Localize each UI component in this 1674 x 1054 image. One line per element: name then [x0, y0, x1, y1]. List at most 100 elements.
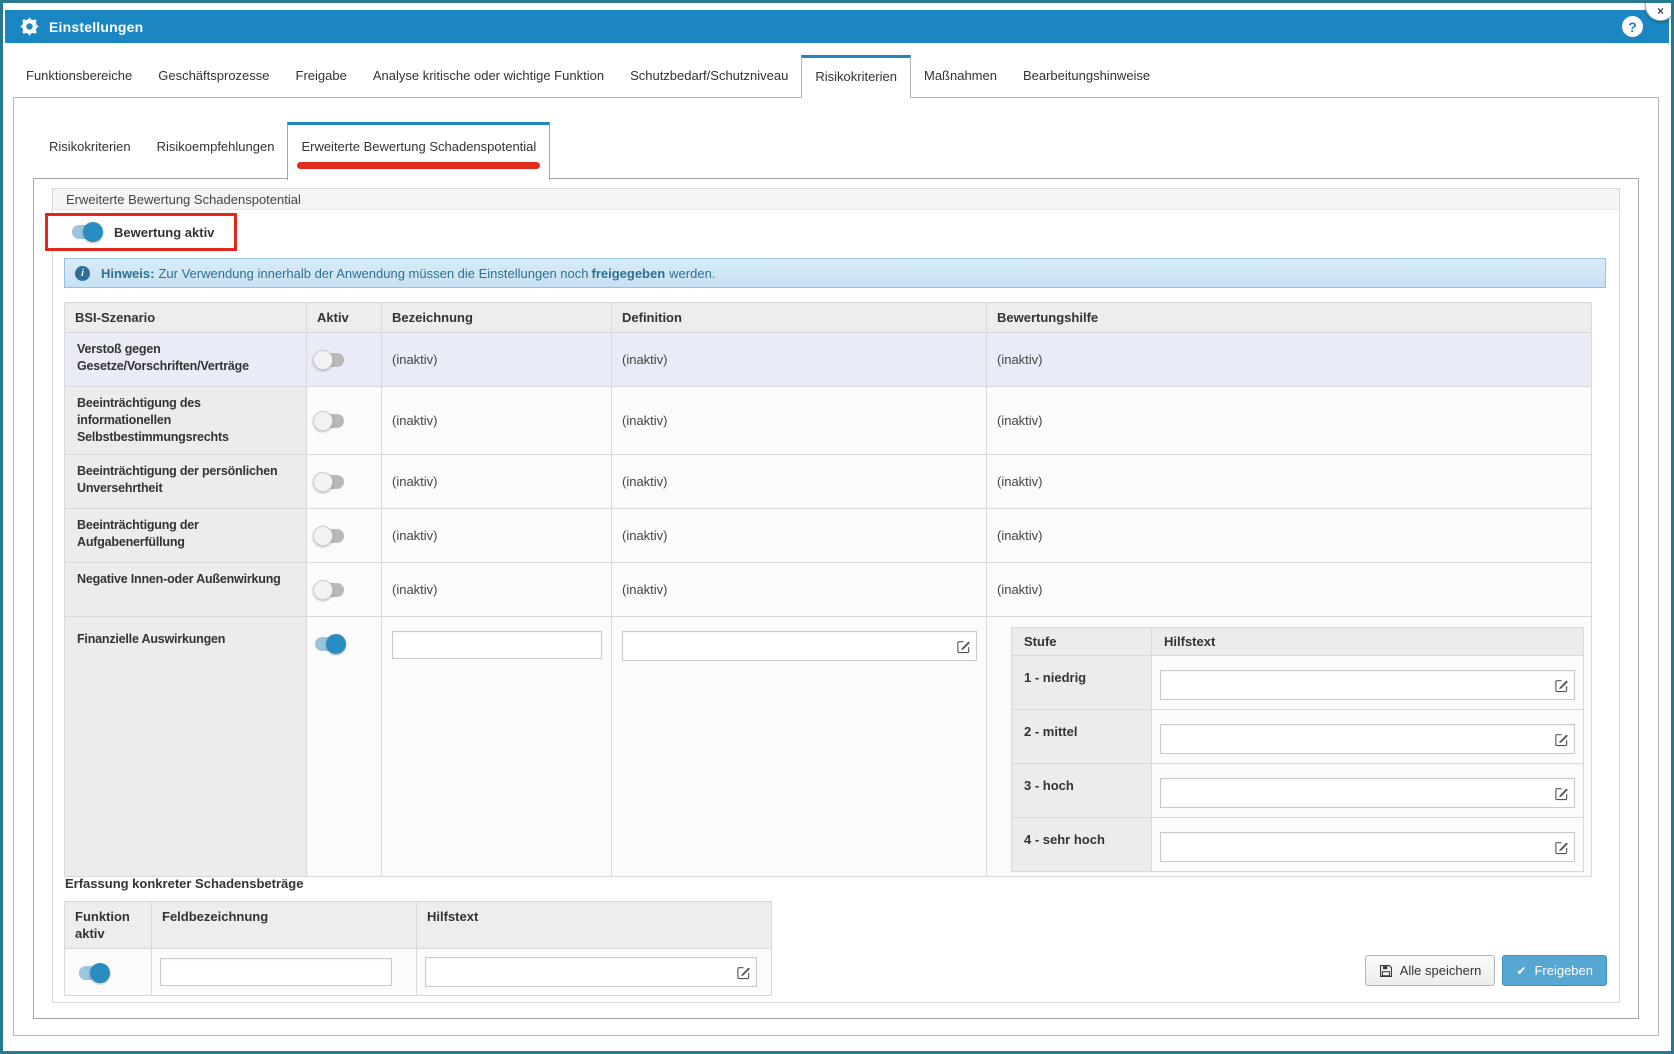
- subtab-label: Erweiterte Bewertung Schadenspotential: [297, 139, 540, 154]
- subtab-risikoempfehlungen[interactable]: Risikoempfehlungen: [144, 122, 288, 179]
- bezeichnung-value: (inaktiv): [382, 509, 612, 563]
- col-bsi-szenario: BSI-Szenario: [65, 303, 307, 333]
- col-bezeichnung: Bezeichnung: [382, 303, 612, 333]
- table-row: Negative Innen-oder Außenwirkung (inakti…: [65, 563, 1592, 617]
- table-row: Verstoß gegen Gesetze/Vorschriften/Vertr…: [65, 333, 1592, 387]
- scenario-active-toggle[interactable]: [315, 475, 344, 489]
- scenario-name: Beeinträchtigung der persönlichen Unvers…: [65, 455, 307, 509]
- bewertungshilfe-value: (inaktiv): [987, 387, 1592, 455]
- funktion-aktiv-toggle[interactable]: [79, 966, 108, 980]
- scenario-name: Finanzielle Auswirkungen: [65, 617, 307, 877]
- table-row: Beeinträchtigung des informationellen Se…: [65, 387, 1592, 455]
- col-aktiv: Aktiv: [307, 303, 382, 333]
- save-icon: [1379, 964, 1393, 978]
- table-row: Beeinträchtigung der persönlichen Unvers…: [65, 455, 1592, 509]
- check-icon: ✔: [1516, 964, 1526, 978]
- col-bewertungshilfe: Bewertungshilfe: [987, 303, 1592, 333]
- table-row: [65, 949, 772, 996]
- hilfstext-input-sehr-hoch[interactable]: [1161, 833, 1548, 861]
- level-row: 2 - mittel: [1012, 710, 1584, 764]
- col-hilfstext: Hilfstext: [417, 902, 772, 949]
- bewertung-aktiv-label: Bewertung aktiv: [114, 225, 214, 240]
- level-label: 2 - mittel: [1012, 710, 1152, 764]
- bsi-szenario-table: BSI-Szenario Aktiv Bezeichnung Definitio…: [64, 302, 1592, 877]
- hinweis-text-end: werden.: [669, 266, 715, 281]
- hinweis-bold-word: freigegeben: [591, 266, 665, 281]
- help-icon[interactable]: ?: [1622, 16, 1643, 37]
- hilfstext-input[interactable]: [426, 958, 730, 986]
- bewertungshilfe-value: (inaktiv): [987, 563, 1592, 617]
- subtab-risikokriterien[interactable]: Risikokriterien: [36, 122, 144, 179]
- scenario-active-toggle[interactable]: [315, 529, 344, 543]
- tab-massnahmen[interactable]: Maßnahmen: [911, 55, 1010, 97]
- damage-section-title: Erfassung konkreter Schadensbeträge: [65, 876, 303, 891]
- scenario-active-toggle[interactable]: [315, 353, 344, 367]
- tab-bearbeitungshinweise[interactable]: Bearbeitungshinweise: [1010, 55, 1163, 97]
- tab-freigabe[interactable]: Freigabe: [283, 55, 360, 97]
- annotation-underline: [297, 162, 540, 169]
- definition-value: (inaktiv): [612, 509, 987, 563]
- stufe-hilfstext-table: Stufe Hilfstext 1 - niedrig: [1011, 627, 1584, 872]
- bezeichnung-value: (inaktiv): [382, 387, 612, 455]
- hinweis-label: Hinweis:: [101, 266, 154, 281]
- col-feldbezeichnung: Feldbezeichnung: [152, 902, 417, 949]
- edit-icon[interactable]: [1548, 786, 1574, 801]
- hinweis-text: Zur Verwendung innerhalb der Anwendung m…: [158, 266, 588, 281]
- erweiterte-bewertung-panel: Erweiterte Bewertung Schadenspotential B…: [52, 188, 1620, 1003]
- edit-icon[interactable]: [1548, 678, 1574, 693]
- edit-icon[interactable]: [730, 965, 756, 980]
- save-all-button[interactable]: Alle speichern: [1365, 955, 1496, 986]
- release-button[interactable]: ✔ Freigeben: [1502, 955, 1607, 986]
- scenario-name: Verstoß gegen Gesetze/Vorschriften/Vertr…: [65, 333, 307, 387]
- toggle-knob: [83, 222, 103, 242]
- level-row: 4 - sehr hoch: [1012, 818, 1584, 872]
- hilfstext-input-niedrig[interactable]: [1161, 671, 1548, 699]
- level-label: 3 - hoch: [1012, 764, 1152, 818]
- hilfstext-input-mittel[interactable]: [1161, 725, 1548, 753]
- hilfstext-input-hoch[interactable]: [1161, 779, 1548, 807]
- edit-icon[interactable]: [1548, 840, 1574, 855]
- feldbezeichnung-input[interactable]: [160, 958, 392, 986]
- tab-analyse-kritische-funktion[interactable]: Analyse kritische oder wichtige Funktion: [360, 55, 617, 97]
- tab-schutzbedarf[interactable]: Schutzbedarf/Schutzniveau: [617, 55, 801, 97]
- bezeichnung-value: (inaktiv): [382, 455, 612, 509]
- save-all-label: Alle speichern: [1400, 963, 1482, 978]
- level-label: 1 - niedrig: [1012, 656, 1152, 710]
- bewertung-aktiv-toggle[interactable]: [72, 225, 101, 239]
- settings-window: Einstellungen ? × Funktionsbereiche Gesc…: [0, 0, 1674, 1054]
- scenario-active-toggle[interactable]: [315, 637, 344, 651]
- window-title: Einstellungen: [49, 19, 143, 35]
- col-funktion-aktiv: Funktion aktiv: [65, 902, 152, 949]
- edit-icon[interactable]: [950, 639, 976, 654]
- definition-value: (inaktiv): [612, 333, 987, 387]
- subtab-erweiterte-bewertung[interactable]: Erweiterte Bewertung Schadenspotential: [287, 122, 550, 180]
- footer-actions: Alle speichern ✔ Freigeben: [1365, 955, 1607, 986]
- scenario-name: Negative Innen-oder Außenwirkung: [65, 563, 307, 617]
- definition-value: (inaktiv): [612, 455, 987, 509]
- schadensbetraege-table: Funktion aktiv Feldbezeichnung Hilfstext: [64, 901, 772, 996]
- tab-risikokriterien[interactable]: Risikokriterien: [801, 55, 911, 98]
- title-bar: Einstellungen ?: [5, 10, 1669, 43]
- hinweis-banner: i Hinweis: Zur Verwendung innerhalb der …: [64, 258, 1606, 288]
- tab-geschaeftsprozesse[interactable]: Geschäftsprozesse: [145, 55, 282, 97]
- scenario-active-toggle[interactable]: [315, 583, 344, 597]
- level-row: 3 - hoch: [1012, 764, 1584, 818]
- scenario-name: Beeinträchtigung der Aufgabenerfüllung: [65, 509, 307, 563]
- table-header-row: BSI-Szenario Aktiv Bezeichnung Definitio…: [65, 303, 1592, 333]
- col-definition: Definition: [612, 303, 987, 333]
- bewertungshilfe-value: (inaktiv): [987, 509, 1592, 563]
- release-label: Freigeben: [1534, 963, 1593, 978]
- bezeichnung-value: (inaktiv): [382, 563, 612, 617]
- tab-funktionsbereiche[interactable]: Funktionsbereiche: [13, 55, 145, 97]
- definition-value: (inaktiv): [612, 563, 987, 617]
- col-stufe: Stufe: [1012, 628, 1152, 656]
- scenario-active-toggle[interactable]: [315, 414, 344, 428]
- bezeichnung-input[interactable]: [392, 631, 602, 659]
- definition-input[interactable]: [623, 632, 950, 660]
- panel-title: Erweiterte Bewertung Schadenspotential: [53, 189, 1619, 210]
- level-label: 4 - sehr hoch: [1012, 818, 1152, 872]
- table-row-finanzielle-auswirkungen: Finanzielle Auswirkungen: [65, 617, 1592, 877]
- table-header-row: Funktion aktiv Feldbezeichnung Hilfstext: [65, 902, 772, 949]
- main-tab-bar: Funktionsbereiche Geschäftsprozesse Frei…: [13, 55, 1659, 97]
- edit-icon[interactable]: [1548, 732, 1574, 747]
